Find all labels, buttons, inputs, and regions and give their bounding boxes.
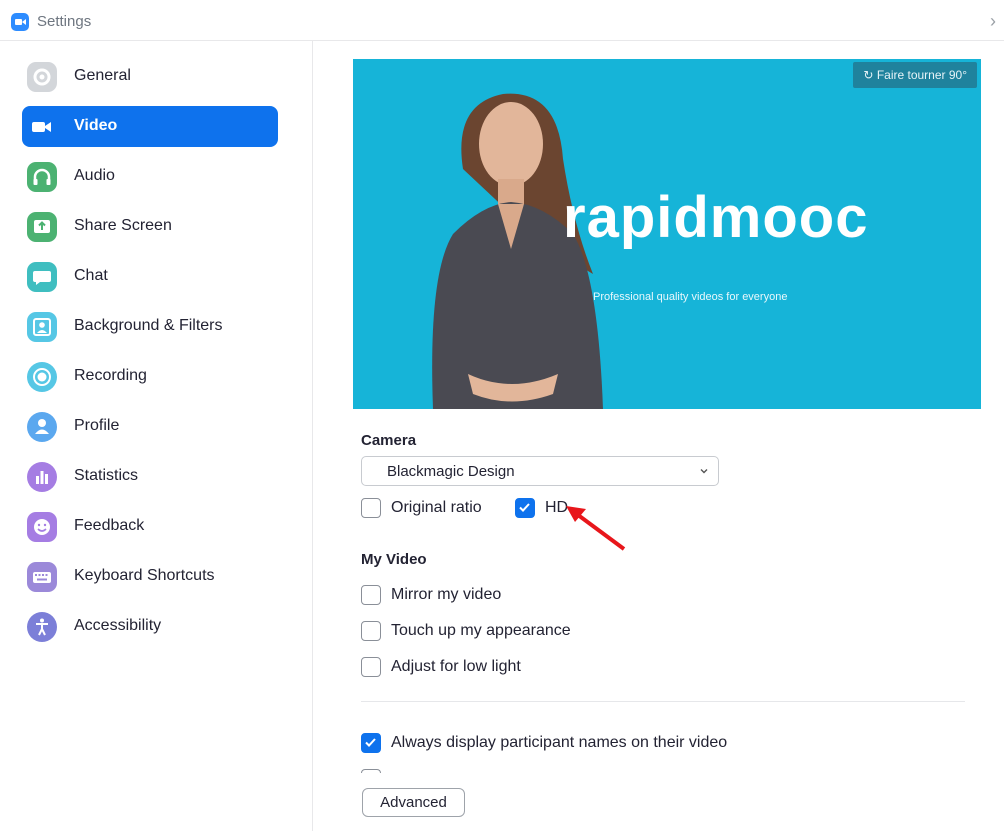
share-screen-icon [27, 212, 57, 242]
red-arrow-annotation [566, 506, 626, 551]
sidebar-item-label: Audio [74, 167, 115, 184]
sidebar-item-background-filters[interactable]: Background & Filters [22, 306, 278, 347]
settings-sidebar: General Video Audio Share Screen Chat Ba… [0, 41, 313, 831]
section-divider [361, 701, 965, 702]
sidebar-item-label: Feedback [74, 517, 145, 534]
checkbox-box[interactable] [361, 657, 381, 677]
video-camera-icon [27, 112, 57, 142]
record-icon [27, 362, 57, 392]
gear-icon [27, 62, 57, 92]
sidebar-item-share-screen[interactable]: Share Screen [22, 206, 278, 247]
advanced-button[interactable]: Advanced [362, 788, 465, 817]
accessibility-icon [27, 612, 57, 642]
sidebar-item-audio[interactable]: Audio [22, 156, 278, 197]
checkbox-label: Touch up my appearance [391, 622, 571, 639]
checkbox-box[interactable] [361, 585, 381, 605]
sidebar-item-accessibility[interactable]: Accessibility [22, 606, 278, 647]
checkmark-icon [365, 738, 376, 747]
checkbox-box[interactable] [361, 498, 381, 518]
sidebar-item-recording[interactable]: Recording [22, 356, 278, 397]
sidebar-item-general[interactable]: General [22, 56, 278, 97]
sidebar-item-profile[interactable]: Profile [22, 406, 278, 447]
rotate-90-button[interactable]: ↻ Faire tourner 90° [853, 62, 977, 88]
smiley-icon [27, 512, 57, 542]
camera-section-title: Camera [361, 432, 417, 449]
portrait-icon [27, 312, 57, 342]
my-video-section-title: My Video [361, 551, 427, 568]
chat-bubble-icon [27, 262, 57, 292]
chevron-right-icon[interactable]: › [990, 11, 996, 32]
sidebar-item-feedback[interactable]: Feedback [22, 506, 278, 547]
brand-tagline: Professional quality videos for everyone [593, 291, 788, 303]
sidebar-item-label: General [74, 67, 131, 84]
sidebar-item-video[interactable]: Video [22, 106, 278, 147]
camera-select[interactable]: Blackmagic Design [361, 456, 719, 486]
checkbox-label: Mirror my video [391, 586, 502, 603]
checkmark-icon [519, 503, 530, 512]
partially-hidden-checkbox[interactable] [361, 769, 381, 773]
mirror-video-checkbox[interactable]: Mirror my video [361, 584, 561, 606]
sidebar-item-statistics[interactable]: Statistics [22, 456, 278, 497]
camera-select-value: Blackmagic Design [387, 463, 515, 480]
sidebar-item-label: Profile [74, 417, 120, 434]
sidebar-item-label: Share Screen [74, 217, 172, 234]
checkbox-label: Adjust for low light [391, 658, 521, 675]
brand-logo-text: rapidmooc [563, 185, 869, 250]
zoom-app-icon [11, 13, 29, 31]
touch-up-appearance-checkbox[interactable]: Touch up my appearance [361, 620, 591, 642]
title-bar: Settings › [0, 0, 1004, 41]
rotate-label: Faire tourner 90° [876, 68, 967, 82]
sidebar-item-label: Statistics [74, 467, 139, 484]
sidebar-item-label: Recording [74, 367, 147, 384]
original-ratio-checkbox[interactable]: Original ratio [361, 497, 496, 519]
video-preview: ↻ Faire tourner 90° rapidmooc Profession… [353, 59, 981, 409]
chevron-down-icon [700, 469, 708, 474]
sidebar-item-label: Chat [74, 267, 108, 284]
rotate-icon: ↻ [863, 68, 874, 82]
sidebar-item-keyboard-shortcuts[interactable]: Keyboard Shortcuts [22, 556, 278, 597]
headphones-icon [27, 162, 57, 192]
sidebar-item-chat[interactable]: Chat [22, 256, 278, 297]
checkbox-label: Original ratio [391, 499, 482, 516]
checkbox-box[interactable] [361, 733, 381, 753]
bar-chart-icon [27, 462, 57, 492]
low-light-checkbox[interactable]: Adjust for low light [361, 656, 561, 678]
sidebar-item-label: Video [74, 117, 118, 134]
sidebar-item-label: Background & Filters [74, 317, 223, 334]
sidebar-item-label: Keyboard Shortcuts [74, 567, 215, 584]
keyboard-icon [27, 562, 57, 592]
sidebar-item-label: Accessibility [74, 617, 162, 634]
person-icon [27, 412, 57, 442]
checkbox-box[interactable] [361, 621, 381, 641]
checkbox-box[interactable] [515, 498, 535, 518]
checkbox-label: Always display participant names on thei… [391, 734, 728, 751]
window-title: Settings [37, 13, 92, 30]
always-display-names-checkbox[interactable]: Always display participant names on thei… [361, 732, 761, 754]
